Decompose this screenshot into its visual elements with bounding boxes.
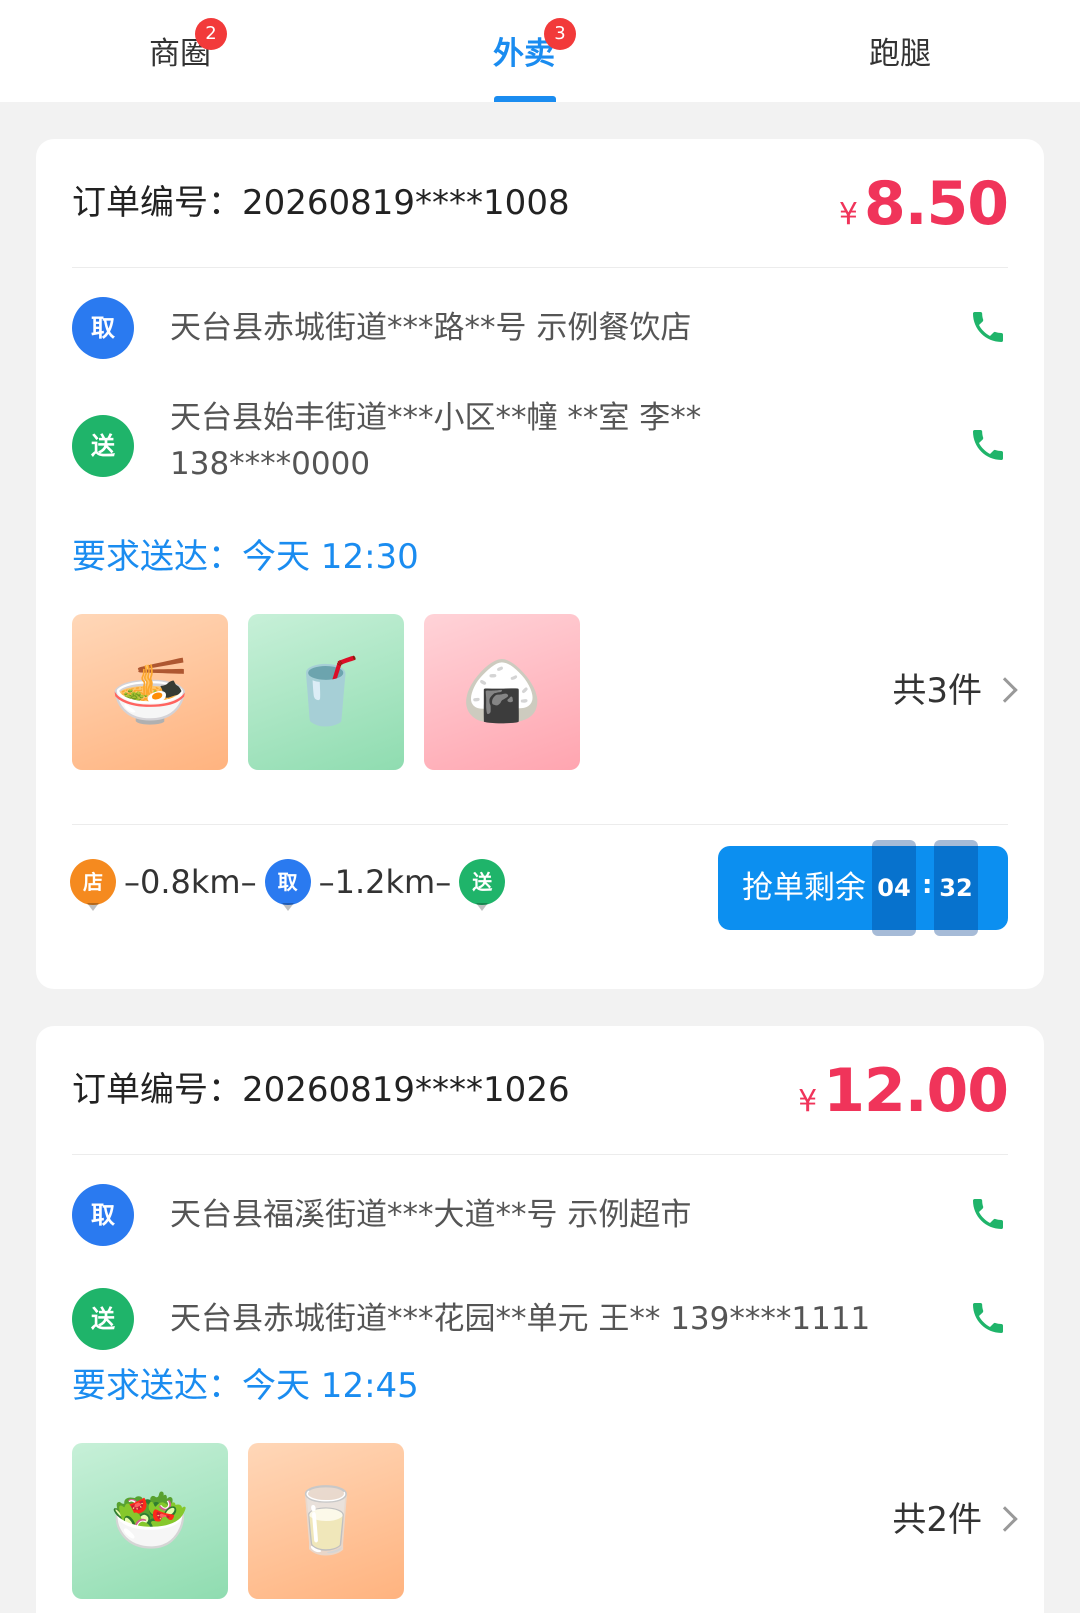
- delivery-deadline: 要求送达：今天 12:30: [72, 537, 419, 577]
- divider: [72, 824, 1008, 825]
- price-amount: 12.00: [823, 1056, 1009, 1126]
- currency-symbol: ¥: [838, 197, 858, 232]
- tab-bar: 商圈 2 外卖 3 跑腿: [0, 0, 1080, 102]
- item-thumbnail: 🥛: [248, 1443, 404, 1599]
- delivery-deadline: 要求送达：今天 12:45: [72, 1366, 419, 1406]
- tab-badge: 3: [544, 18, 576, 50]
- item-count-link[interactable]: 共3件: [892, 669, 1018, 713]
- pickup-address: 天台县赤城街道***路**号 示例餐饮店: [170, 310, 692, 346]
- item-thumbnail: 🍙: [424, 614, 580, 770]
- pickup-row: 取 天台县赤城街道***路**号 示例餐饮店: [72, 297, 1008, 359]
- pickup-row: 取 天台县福溪街道***大道**号 示例超市: [72, 1184, 1008, 1246]
- delivery-pin-icon: 送: [459, 859, 506, 911]
- tab-label: 跑腿: [869, 36, 931, 72]
- order-number: 订单编号：20260819****1008: [72, 183, 570, 223]
- item-thumbnail: 🥤: [248, 614, 404, 770]
- chevron-right-icon: [992, 1505, 1018, 1532]
- countdown-separator: :: [922, 870, 933, 900]
- phone-icon[interactable]: [968, 1298, 1008, 1338]
- countdown-minutes: 04: [872, 840, 916, 936]
- tab-label: 商圈: [149, 36, 211, 72]
- item-thumbnail: 🥗: [72, 1443, 228, 1599]
- delivery-badge: 送: [72, 415, 134, 477]
- store-pin-icon: 店: [70, 859, 116, 911]
- delivery-address: 天台县始丰街道***小区**幢 **室 李** 138****0000: [170, 400, 702, 482]
- currency-symbol: ¥: [798, 1084, 818, 1119]
- order-card[interactable]: 订单编号：20260819****1008 ¥8.50 取 天台县赤城街道***…: [36, 139, 1044, 989]
- delivery-badge: 送: [72, 1288, 134, 1350]
- delivery-address: 天台县赤城街道***花园**单元 王** 139****1111: [170, 1301, 871, 1337]
- tab-active-indicator: [494, 96, 556, 102]
- order-price: ¥8.50: [838, 169, 1009, 239]
- grab-order-button[interactable]: 抢单剩余 04 : 32: [718, 840, 1008, 936]
- item-thumbnail: 🍜: [72, 614, 228, 770]
- chevron-right-icon: [992, 676, 1018, 703]
- item-count: 共3件: [892, 671, 982, 711]
- pickup-badge: 取: [72, 297, 134, 359]
- order-price: ¥12.00: [798, 1056, 1009, 1126]
- item-count: 共2件: [892, 1500, 982, 1540]
- order-card[interactable]: 订单编号：20260819****1026 ¥12.00 取 天台县福溪街道**…: [36, 1026, 1044, 1613]
- divider: [72, 267, 1008, 268]
- grab-label: 抢单剩余: [742, 870, 866, 906]
- order-number: 订单编号：20260819****1026: [72, 1070, 570, 1110]
- pickup-address: 天台县福溪街道***大道**号 示例超市: [170, 1197, 692, 1233]
- pickup-badge: 取: [72, 1184, 134, 1246]
- delivery-row: 送 天台县赤城街道***花园**单元 王** 139****1111: [72, 1288, 1008, 1350]
- pickup-pin-icon: 取: [264, 859, 311, 911]
- delivery-row: 送 天台县始丰街道***小区**幢 **室 李** 138****0000: [72, 391, 1008, 501]
- tab-errand[interactable]: 跑腿: [800, 0, 1000, 102]
- item-count-link[interactable]: 共2件: [892, 1498, 1018, 1542]
- route-distance: 店 –0.8km– 取 –1.2km– 送: [70, 859, 506, 911]
- tab-label: 外卖: [493, 36, 555, 72]
- divider: [72, 1154, 1008, 1155]
- phone-icon[interactable]: [968, 1194, 1008, 1234]
- tab-takeout[interactable]: 外卖 3: [424, 0, 624, 102]
- phone-icon[interactable]: [968, 425, 1008, 465]
- price-amount: 8.50: [863, 169, 1009, 239]
- countdown-seconds: 32: [934, 840, 978, 936]
- distance-pickup-to-delivery: –1.2km–: [318, 863, 452, 901]
- phone-icon[interactable]: [968, 307, 1008, 347]
- tab-badge: 2: [195, 18, 227, 50]
- distance-store-to-pickup: –0.8km–: [124, 863, 257, 901]
- tab-business-district[interactable]: 商圈 2: [80, 0, 280, 102]
